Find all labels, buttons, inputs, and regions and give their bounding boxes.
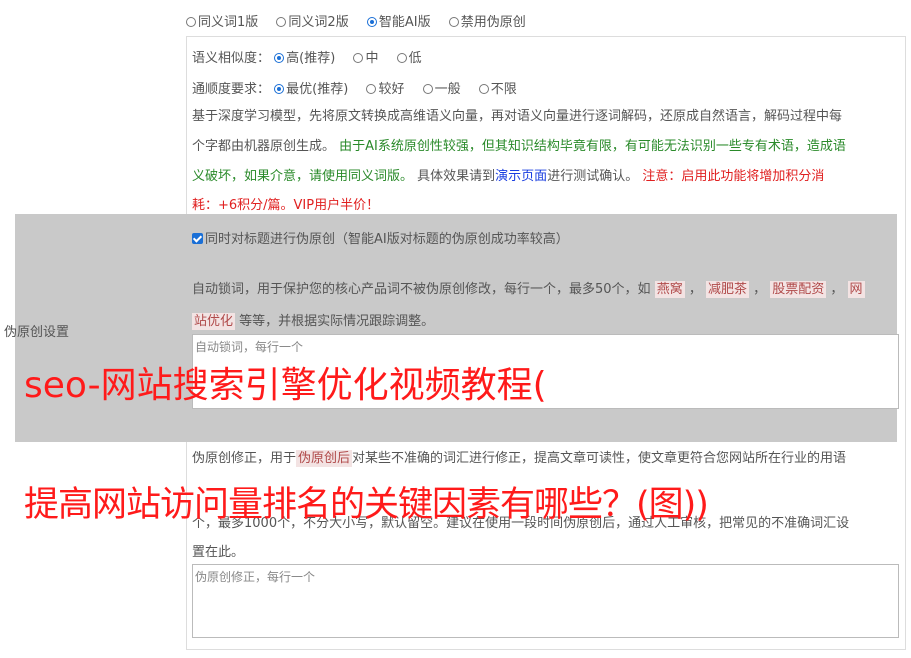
version-option-2[interactable]: 同义词2版 [276,15,349,30]
similarity-mid[interactable]: 中 [353,51,378,66]
description-line-2: 个字都由机器原创生成。 由于AI系统原创性较强，但其知识结构毕竟有限，有可能无法… [192,139,846,154]
version-option-disable[interactable]: 禁用伪原创 [448,15,526,30]
correction-line-4: 置在此。 [192,545,245,560]
similarity-low[interactable]: 低 [396,51,422,66]
overlay-title-2: 提高网站访问量排名的关键因素有哪些？(图)) [24,485,709,525]
similarity-high[interactable]: 高(推荐) [274,51,335,66]
correction-tag: 伪原创后 [296,450,353,467]
lock-word-example: 股票配资 [770,281,827,298]
fluency-any[interactable]: 不限 [478,82,517,97]
overlay-title-1: seo-网站搜索引擎优化视频教程( [24,365,547,406]
lock-words-line-1: 自动锁词，用于保护您的核心产品词不被伪原创修改，每行一个，最多50个，如 燕窝 … [192,281,865,298]
radio-selected-icon[interactable] [366,17,377,27]
lock-word-example: 站优化 [192,313,236,330]
section-label: 伪原创设置 [4,325,70,340]
lock-word-example: 网 [847,281,865,298]
radio-icon[interactable] [276,17,287,27]
radio-icon[interactable] [186,17,196,27]
radio-icon[interactable] [353,53,364,63]
radio-icon[interactable] [478,84,489,94]
fluency-normal[interactable]: 一般 [422,82,461,97]
lock-words-line-2: 站优化 等等，并根据实际情况跟踪调整。 [192,313,435,330]
radio-selected-icon[interactable] [274,53,285,63]
similarity-row: 语义相似度： 高(推荐) 中 低 [192,51,422,66]
version-options: 同义词1版 同义词2版 智能AI版 禁用伪原创 [186,11,540,30]
correction-textarea[interactable]: 伪原创修正，每行一个 [192,564,899,638]
version-option-1[interactable]: 同义词1版 [186,15,258,30]
title-checkbox-row[interactable]: 同时对标题进行伪原创（智能AI版对标题的伪原创成功率较高） [192,228,569,247]
lock-word-example: 减肥茶 [705,281,749,298]
radio-icon[interactable] [448,17,459,27]
description-line-1: 基于深度学习模型，先将原文转换成高维语义向量，再对语义向量进行逐词解码，还原成自… [192,109,843,124]
radio-icon[interactable] [396,53,407,63]
checkbox-checked-icon[interactable] [192,233,203,244]
radio-icon[interactable] [366,84,377,94]
fluency-row: 通顺度要求： 最优(推荐) 较好 一般 不限 [192,82,517,97]
demo-page-link[interactable]: 演示页面 [495,169,547,184]
fluency-good[interactable]: 较好 [366,82,404,97]
radio-icon[interactable] [422,84,433,94]
correction-line-1: 伪原创修正，用于 伪原创后 对某些不准确的词汇进行修正，提高文章可读性，使文章更符合… [192,450,847,467]
fluency-best[interactable]: 最优(推荐) [274,82,348,97]
radio-selected-icon[interactable] [274,84,285,94]
version-option-ai[interactable]: 智能AI版 [366,15,431,30]
lock-word-example: 燕窝 [654,281,685,298]
